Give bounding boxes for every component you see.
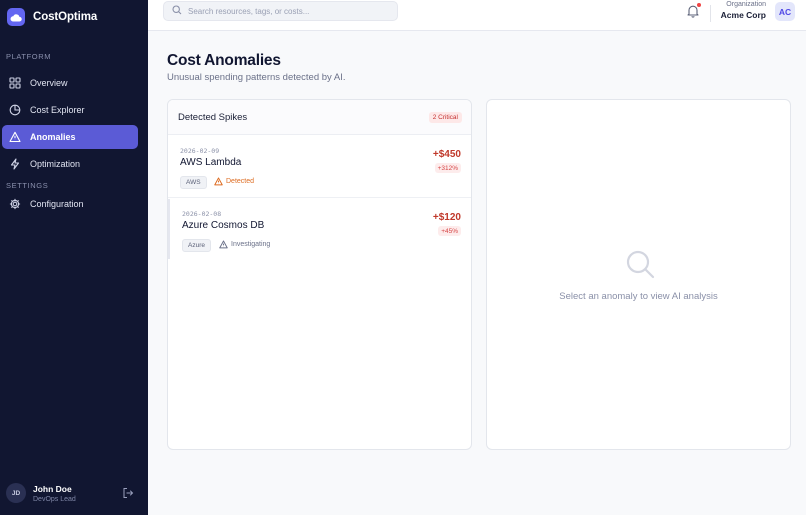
- panel-header: Detected Spikes 2 Critical: [168, 100, 471, 135]
- section-label-platform: PLATFORM: [6, 52, 52, 61]
- sidebar-item-label: Overview: [30, 78, 68, 88]
- bell-icon: [686, 5, 700, 22]
- avatar: JD: [6, 483, 26, 503]
- sidebar: CostOptima PLATFORM Overview Cost Explor…: [0, 0, 148, 515]
- anomaly-percent: +45%: [438, 226, 461, 236]
- sidebar-item-overview[interactable]: Overview: [2, 71, 138, 95]
- sidebar-item-label: Cost Explorer: [30, 105, 85, 115]
- topbar: Organization Acme Corp AC: [148, 0, 806, 31]
- logout-icon[interactable]: [122, 486, 134, 498]
- lightning-icon: [8, 157, 22, 171]
- brand[interactable]: CostOptima: [0, 0, 148, 34]
- anomaly-date: 2026-02-08: [182, 210, 222, 218]
- anomaly-row[interactable]: 2026-02-08 Azure Cosmos DB Azure Investi…: [168, 199, 471, 259]
- alert-triangle-icon: [8, 130, 22, 144]
- status-label: Detected: [226, 178, 255, 185]
- critical-count-badge: 2 Critical: [428, 112, 462, 123]
- alert-triangle-icon: [219, 240, 228, 249]
- provider-tag: Azure: [182, 239, 211, 252]
- anomaly-service-name: Azure Cosmos DB: [182, 220, 265, 231]
- org-name: Acme Corp: [720, 10, 766, 20]
- pie-chart-icon: [8, 103, 22, 117]
- alert-triangle-icon: [214, 177, 223, 186]
- cloud-logo-icon: [7, 8, 25, 26]
- anomaly-amount: +$450: [432, 149, 461, 160]
- anomaly-row[interactable]: 2026-02-09 AWS Lambda AWS Detected +$450…: [168, 136, 471, 196]
- detected-spikes-panel: Detected Spikes 2 Critical 2026-02-09 AW…: [167, 99, 472, 450]
- user-profile[interactable]: JD John Doe DevOps Lead: [0, 471, 148, 515]
- empty-state-text: Select an anomaly to view AI analysis: [559, 291, 718, 302]
- panel-title: Detected Spikes: [178, 111, 248, 123]
- user-name: John Doe: [33, 483, 72, 494]
- anomaly-date: 2026-02-09: [180, 147, 220, 155]
- section-label-settings: SETTINGS: [6, 181, 49, 190]
- page-title: Cost Anomalies: [167, 52, 281, 69]
- search-icon: [624, 248, 656, 280]
- sidebar-item-anomalies[interactable]: Anomalies: [2, 125, 138, 149]
- user-role: DevOps Lead: [33, 495, 76, 503]
- sidebar-item-cost-explorer[interactable]: Cost Explorer: [2, 98, 138, 122]
- brand-name: CostOptima: [33, 11, 98, 23]
- anomaly-amount: +$120: [432, 212, 461, 223]
- sidebar-item-optimization[interactable]: Optimization: [2, 152, 138, 176]
- page-subtitle: Unusual spending patterns detected by AI…: [167, 72, 346, 83]
- ai-analysis-panel: Select an anomaly to view AI analysis: [486, 99, 791, 450]
- sidebar-item-label: Configuration: [30, 199, 84, 209]
- gear-icon: [8, 197, 22, 211]
- sidebar-item-label: Optimization: [30, 159, 81, 169]
- org-avatar[interactable]: AC: [775, 2, 795, 21]
- grid-icon: [8, 76, 22, 90]
- anomaly-service-name: AWS Lambda: [180, 157, 242, 168]
- search-box[interactable]: [163, 1, 398, 21]
- search-input[interactable]: [188, 6, 388, 16]
- provider-tag: AWS: [180, 176, 207, 189]
- organization-switcher[interactable]: Organization Acme Corp: [714, 1, 766, 20]
- status-badge: Detected: [214, 177, 254, 186]
- notifications-button[interactable]: [686, 3, 701, 18]
- divider: [710, 5, 711, 22]
- status-badge: Investigating: [219, 240, 270, 249]
- row-divider: [168, 197, 471, 198]
- notification-dot: [697, 3, 701, 7]
- org-label: Organization: [726, 1, 766, 8]
- search-icon: [172, 2, 182, 20]
- status-label: Investigating: [231, 241, 271, 248]
- sidebar-item-label: Anomalies: [30, 132, 76, 142]
- sidebar-item-configuration[interactable]: Configuration: [2, 192, 138, 216]
- anomaly-percent: +312%: [434, 163, 461, 173]
